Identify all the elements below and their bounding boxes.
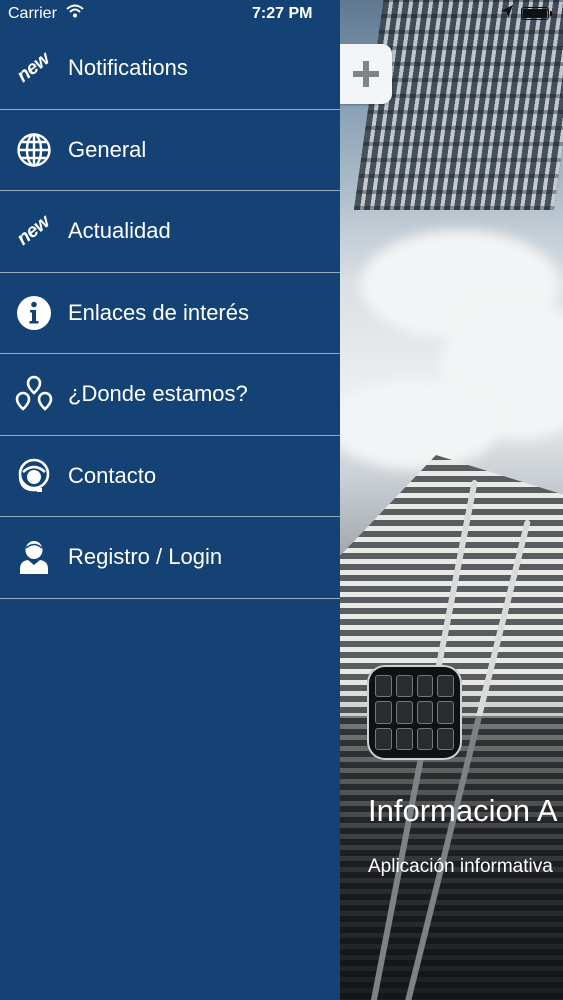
menu-item-label: Registro / Login (68, 544, 223, 570)
menu-item-actualidad[interactable]: new Actualidad (0, 191, 340, 273)
content-title: Informacion A (368, 793, 558, 828)
menu-item-notifications[interactable]: new Notifications (0, 28, 340, 110)
globe-icon (17, 133, 51, 167)
cloud-shape (340, 380, 500, 470)
app-icon (367, 665, 462, 760)
menu-item-registro-login[interactable]: Registro / Login (0, 517, 340, 599)
building-top-image (353, 0, 563, 210)
add-button[interactable] (340, 44, 392, 104)
map-pins-icon (15, 375, 53, 411)
menu-item-label: Contacto (68, 462, 157, 488)
side-drawer: new Notifications General new Actualidad (0, 0, 340, 1000)
carrier-label: Carrier (8, 5, 57, 22)
headset-icon (18, 458, 50, 492)
new-badge-icon: new (13, 211, 55, 251)
battery-icon (521, 7, 552, 20)
menu-item-label: ¿Donde estamos? (68, 381, 248, 407)
menu-item-label: Enlaces de interés (68, 299, 249, 325)
wifi-icon (66, 4, 84, 18)
menu-item-label: Actualidad (68, 218, 171, 244)
status-bar: Carrier 7:27 PM (0, 0, 563, 28)
content-subtitle: Aplicación informativa (368, 856, 553, 877)
plus-icon (353, 61, 379, 87)
status-time: 7:27 PM (252, 5, 313, 22)
menu-item-label: General (68, 136, 147, 162)
menu-item-label: Notifications (68, 55, 188, 81)
new-badge-icon: new (13, 48, 55, 88)
user-icon (20, 541, 48, 575)
menu-item-enlaces[interactable]: Enlaces de interés (0, 273, 340, 354)
menu-item-donde-estamos[interactable]: ¿Donde estamos? (0, 354, 340, 436)
menu-item-general[interactable]: General (0, 110, 340, 191)
info-icon (17, 295, 51, 330)
menu-item-contacto[interactable]: Contacto (0, 436, 340, 517)
location-arrow-icon (501, 5, 513, 18)
menu-list: new Notifications General new Actualidad (0, 28, 340, 599)
